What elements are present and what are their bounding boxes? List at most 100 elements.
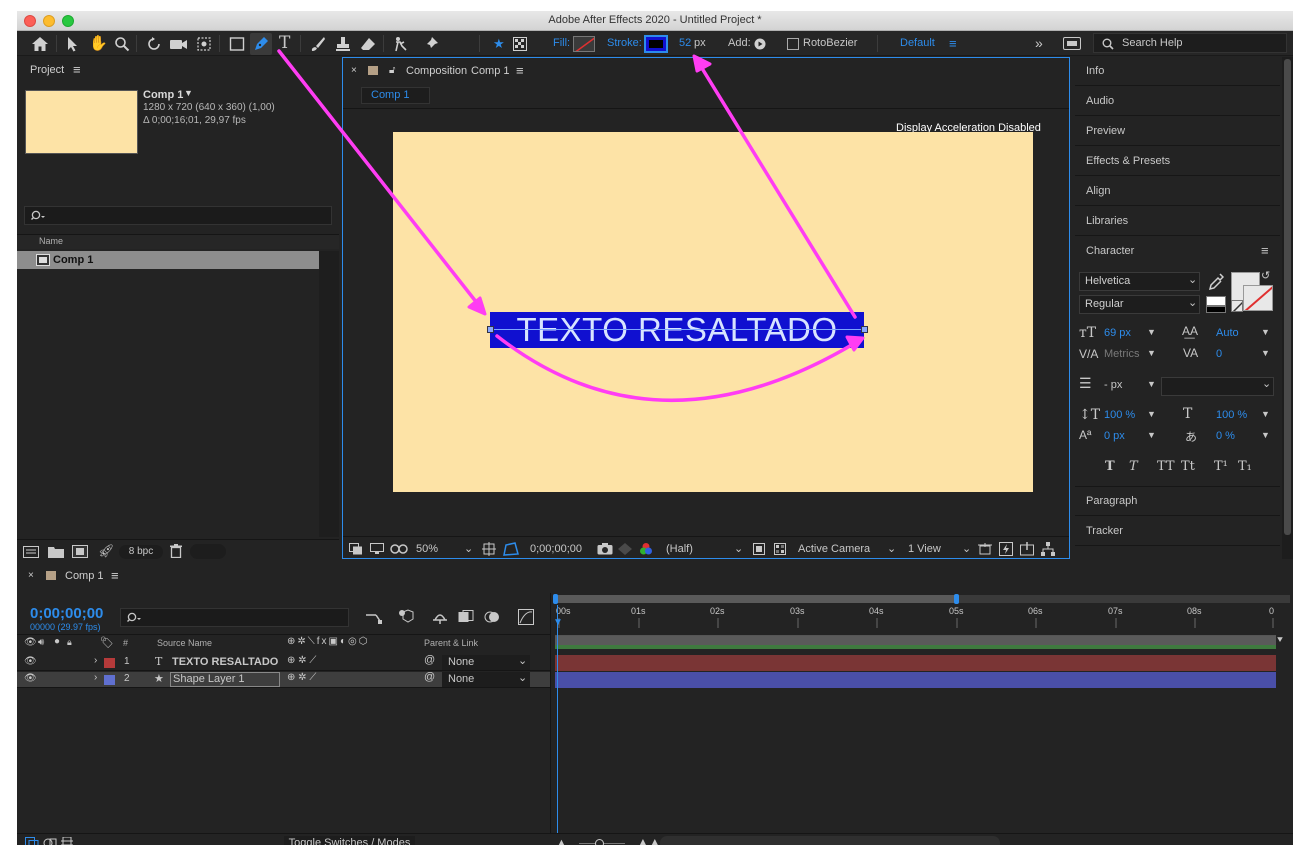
composition-tab-prefix[interactable]: Composition <box>406 58 467 84</box>
in-out-panes-icon[interactable] <box>61 836 73 845</box>
black-swatch[interactable] <box>1206 306 1226 313</box>
panel-character[interactable]: Character <box>1075 237 1280 266</box>
timeline-timecode[interactable]: 0;00;00;00 <box>30 605 103 622</box>
workspace-menu-icon[interactable]: ≡ <box>949 31 957 56</box>
eraser-tool-icon[interactable] <box>360 31 376 56</box>
panel-libraries[interactable]: Libraries <box>1075 207 1280 236</box>
more-workspaces-icon[interactable]: » <box>1035 31 1043 56</box>
layer-switches[interactable]: ⊕ ✲ ⟋ <box>287 655 316 666</box>
always-preview-icon[interactable] <box>349 543 363 558</box>
rotate-tool-icon[interactable] <box>146 31 162 56</box>
chevron-down-icon[interactable]: ▼ <box>1147 409 1156 419</box>
pick-whip-icon[interactable]: @ <box>424 671 435 683</box>
stroke-color-swatch[interactable] <box>1243 285 1273 311</box>
chevron-down-icon[interactable]: ▼ <box>1147 430 1156 440</box>
current-time-indicator[interactable] <box>557 605 558 833</box>
panel-tracker[interactable]: Tracker <box>1075 517 1280 546</box>
project-search-input[interactable] <box>24 206 332 225</box>
swap-colors-icon[interactable]: ↺ <box>1261 269 1270 282</box>
parent-dropdown[interactable]: None ⌄ <box>442 672 530 687</box>
layer-bar-1[interactable] <box>555 655 1276 671</box>
layer-label-color[interactable] <box>104 675 115 685</box>
resolution-dropdown[interactable]: (Half) ⌄ <box>661 541 745 557</box>
comp-name-label[interactable]: Comp 1 <box>143 89 183 101</box>
all-caps-button[interactable]: TT <box>1157 459 1175 474</box>
draft-3d-icon[interactable] <box>398 609 416 628</box>
expand-layer-icon[interactable]: › <box>94 672 97 683</box>
timeline-search-input[interactable] <box>120 608 349 627</box>
audio-switch-icon[interactable]: 🔊︎ <box>38 637 44 648</box>
switches-header-icons[interactable]: ⊕✲⟍fx▣◐◎⬡ <box>287 636 369 647</box>
transparency-grid-icon[interactable] <box>774 543 786 558</box>
pen-tool-icon[interactable] <box>250 33 272 55</box>
toggle-mask-path-icon[interactable] <box>503 542 519 559</box>
solo-switch-icon[interactable]: ● <box>54 636 60 647</box>
close-timeline-tab-icon[interactable]: × <box>28 563 34 589</box>
toggle-switches-modes-button[interactable]: Toggle Switches / Modes <box>284 836 415 845</box>
puppet-pin-tool-icon[interactable] <box>423 31 439 56</box>
channel-color-icon[interactable] <box>639 542 653 559</box>
comp-subtab[interactable]: Comp 1 <box>361 87 430 104</box>
composition-panel-menu-icon[interactable]: ≡ <box>516 58 524 84</box>
rectangle-tool-icon[interactable] <box>229 31 245 56</box>
fill-swatch[interactable] <box>573 36 595 52</box>
camera-dropdown[interactable]: Active Camera ⌄ <box>793 541 899 557</box>
grid-guide-icon[interactable] <box>482 542 496 559</box>
eye-icon[interactable]: 👁︎ <box>24 673 37 684</box>
hand-tool-icon[interactable]: ✋ <box>89 31 108 56</box>
home-icon[interactable] <box>31 31 49 56</box>
path-vertex-start[interactable] <box>487 326 494 333</box>
parent-link-header[interactable]: Parent & Link <box>424 638 478 648</box>
timeline-panel-menu-icon[interactable]: ≡ <box>111 563 119 589</box>
label-tag-icon[interactable]: 🏷︎ <box>100 636 114 649</box>
tracking-value[interactable]: 0 <box>1216 348 1222 360</box>
subscript-button[interactable]: T₁ <box>1238 459 1252 474</box>
search-help-box[interactable]: Search Help <box>1093 33 1287 53</box>
faux-bold-button[interactable]: T <box>1105 459 1115 474</box>
lock-icon[interactable]: 🔓︎ <box>389 58 395 84</box>
layer-switches-toggle-icon[interactable] <box>25 837 39 845</box>
monitor-icon[interactable] <box>370 543 384 558</box>
zoom-out-time-icon[interactable]: ▲ <box>557 837 566 845</box>
baseline-shift-value[interactable]: 0 px <box>1104 430 1125 442</box>
playhead-handle-icon[interactable]: ▼ <box>553 617 563 628</box>
stroke-width-value[interactable]: 52 <box>679 31 691 56</box>
chevron-down-icon[interactable]: ▼ <box>1261 409 1270 419</box>
add-menu-icon[interactable] <box>754 31 766 56</box>
view-layout-dropdown[interactable]: 1 View ⌄ <box>903 541 973 557</box>
motion-blur-icon[interactable] <box>484 610 500 627</box>
transfer-controls-icon[interactable] <box>43 837 57 845</box>
horizontal-scale-value[interactable]: 100 % <box>1216 409 1247 421</box>
close-composition-tab-icon[interactable]: × <box>351 58 357 84</box>
eyedropper-icon[interactable] <box>1208 273 1225 294</box>
chevron-down-icon[interactable]: ▼ <box>1261 348 1270 358</box>
chevron-down-icon[interactable]: ▼ <box>1261 327 1270 337</box>
frame-blending-icon[interactable] <box>458 610 474 627</box>
render-queue-icon[interactable]: 🚀︎ <box>98 543 115 559</box>
comp-flowchart-icon[interactable] <box>1041 542 1055 559</box>
rotobezier-checkbox[interactable] <box>787 38 799 50</box>
snapshot-icon[interactable] <box>597 543 613 558</box>
mask-visibility-icon[interactable] <box>390 543 408 558</box>
panel-preview[interactable]: Preview <box>1075 117 1280 146</box>
timeline-graph-area[interactable]: 00s 01s 02s 03s 04s 05s 06s 07s 08s 0 ⯆ … <box>550 593 1293 833</box>
type-tool-icon[interactable]: T <box>279 31 290 56</box>
panel-audio[interactable]: Audio <box>1075 87 1280 116</box>
timeline-tab-title[interactable]: Comp 1 <box>65 563 104 589</box>
fast-previews-icon[interactable] <box>999 542 1013 559</box>
layer-label-color[interactable] <box>104 658 115 668</box>
timeline-horizontal-scrollbar[interactable] <box>660 836 1000 845</box>
new-composition-icon[interactable] <box>72 545 88 561</box>
layer-number-header[interactable]: # <box>123 638 128 648</box>
composition-mini-flowchart-icon[interactable] <box>366 611 382 628</box>
small-caps-button[interactable]: Tt <box>1181 459 1195 474</box>
project-item-row[interactable]: Comp 1 <box>17 251 319 269</box>
comp-end-marker-icon[interactable]: ⯆ <box>1276 635 1284 646</box>
right-panel-scrollbar[interactable] <box>1282 57 1293 559</box>
fill-label[interactable]: Fill: <box>553 31 570 56</box>
video-switch-icon[interactable]: 👁︎ <box>24 637 37 648</box>
panel-effects-presets[interactable]: Effects & Presets <box>1075 147 1280 176</box>
graph-editor-icon[interactable] <box>518 609 534 628</box>
star-tool-icon[interactable]: ★ <box>493 31 505 56</box>
leading-value[interactable]: Auto <box>1216 327 1239 339</box>
